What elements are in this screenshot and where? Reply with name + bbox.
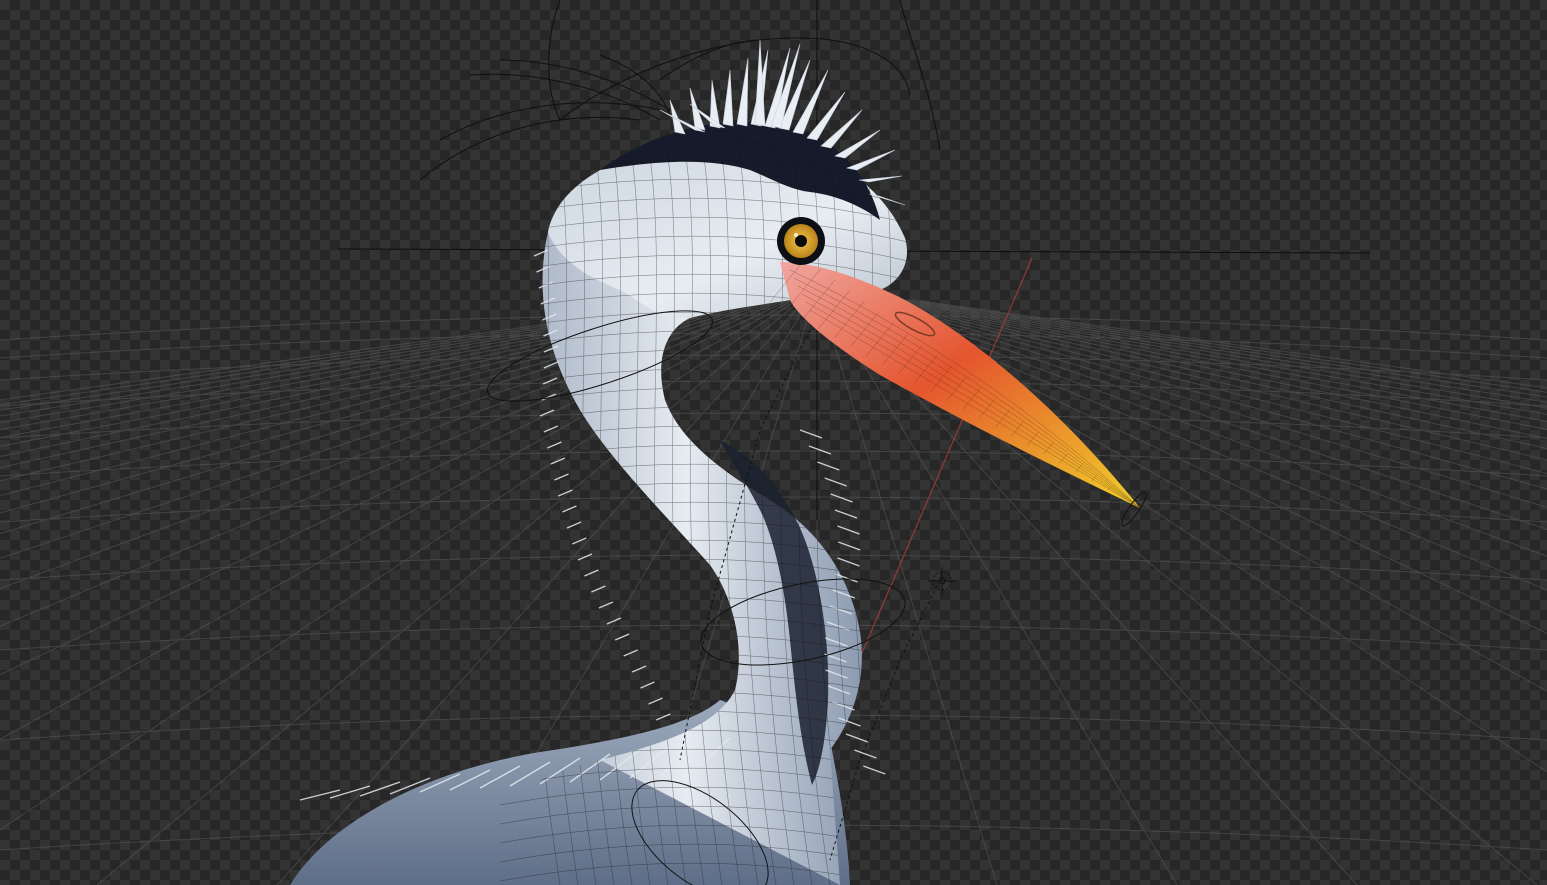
viewport-canvas[interactable]: [0, 0, 1547, 885]
heron-eye: [777, 217, 825, 265]
3d-viewport[interactable]: [0, 0, 1547, 885]
